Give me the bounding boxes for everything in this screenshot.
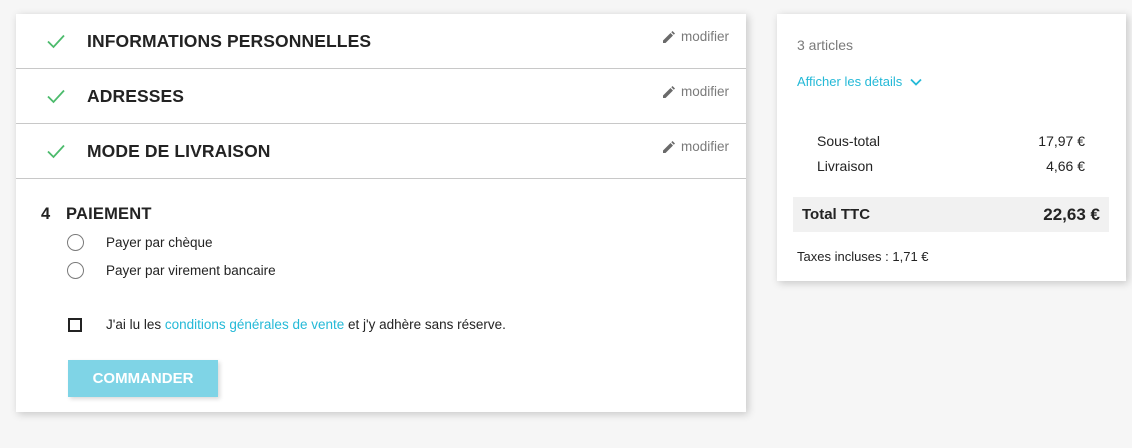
show-details-link[interactable]: Afficher les détails [797, 74, 922, 89]
shipping-line: Livraison 4,66 € [817, 158, 1085, 174]
payment-option-label: Payer par chèque [106, 235, 213, 250]
subtotal-line: Sous-total 17,97 € [817, 133, 1085, 149]
terms-agreement: J'ai lu les conditions générales de vent… [68, 317, 506, 332]
terms-checkbox[interactable] [68, 317, 82, 332]
chevron-down-icon [910, 78, 922, 86]
payment-title: PAIEMENT [66, 205, 152, 223]
edit-label: modifier [680, 84, 729, 99]
items-count: 3 articles [797, 37, 854, 53]
step-addresses[interactable]: ADRESSES modifier [16, 69, 746, 124]
check-icon [46, 141, 66, 161]
radio-button[interactable] [67, 262, 84, 279]
taxes-included: Taxes incluses : 1,71 € [797, 249, 929, 264]
payment-option-bank-transfer[interactable]: Payer par virement bancaire [67, 262, 276, 279]
edit-addresses-link[interactable]: modifier [662, 84, 729, 99]
terms-text: J'ai lu les conditions générales de vent… [106, 317, 506, 332]
pencil-icon [662, 85, 675, 98]
order-button[interactable]: COMMANDER [68, 360, 218, 397]
pencil-icon [662, 140, 675, 153]
step-title: INFORMATIONS PERSONNELLES [87, 31, 372, 51]
terms-suffix: et j'y adhère sans réserve. [344, 317, 506, 332]
step-title: ADRESSES [87, 86, 185, 106]
total-label: Total TTC [802, 206, 871, 223]
terms-prefix: J'ai lu les [106, 317, 165, 332]
total-value: 22,63 € [1043, 204, 1100, 224]
subtotal-value: 17,97 € [1038, 133, 1085, 149]
terms-link[interactable]: conditions générales de vente [165, 317, 344, 332]
check-icon [46, 86, 66, 106]
cart-summary: 3 articles Afficher les détails Sous-tot… [777, 14, 1126, 281]
payment-option-label: Payer par virement bancaire [106, 263, 276, 278]
pencil-icon [662, 30, 675, 43]
edit-label: modifier [680, 29, 729, 44]
shipping-value: 4,66 € [1046, 158, 1085, 174]
edit-label: modifier [680, 139, 729, 154]
show-details-label: Afficher les détails [797, 74, 903, 89]
step-personal-info[interactable]: INFORMATIONS PERSONNELLES modifier [16, 14, 746, 69]
edit-delivery-link[interactable]: modifier [662, 139, 729, 154]
total-line: Total TTC 22,63 € [793, 197, 1109, 232]
shipping-label: Livraison [817, 158, 874, 174]
radio-button[interactable] [67, 234, 84, 251]
subtotal-label: Sous-total [817, 133, 881, 149]
step-title: MODE DE LIVRAISON [87, 141, 271, 161]
payment-step-number: 4 [41, 205, 51, 223]
payment-option-cheque[interactable]: Payer par chèque [67, 234, 213, 251]
check-icon [46, 31, 66, 51]
edit-personal-info-link[interactable]: modifier [662, 29, 729, 44]
step-delivery-mode[interactable]: MODE DE LIVRAISON modifier [16, 124, 746, 179]
